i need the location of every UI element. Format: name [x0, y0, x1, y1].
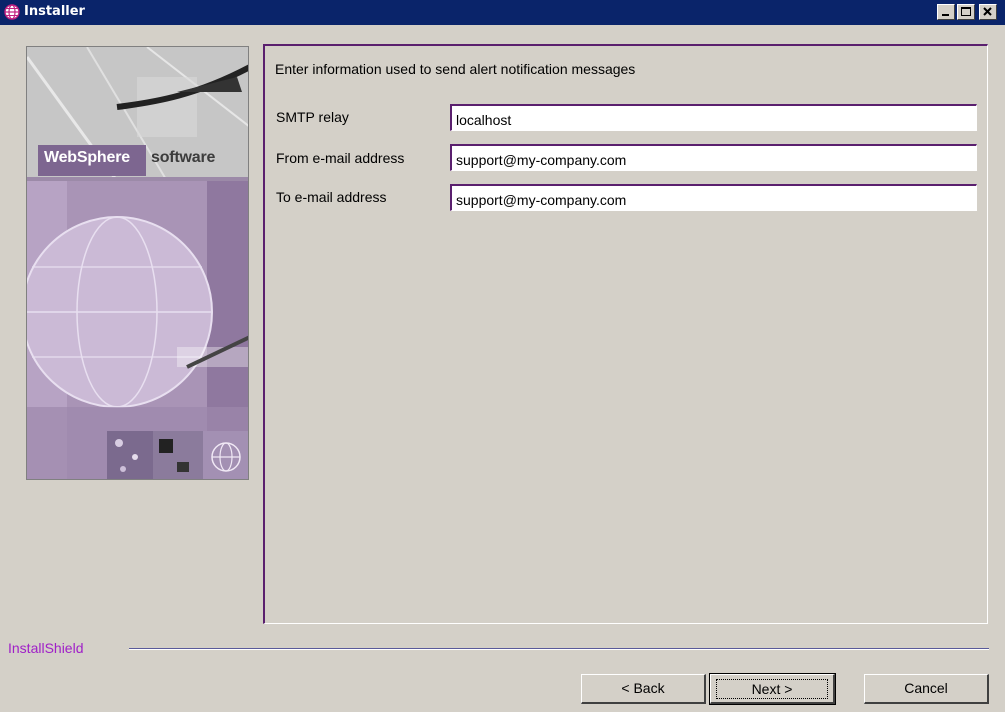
from-email-input[interactable] [450, 144, 977, 171]
next-button-label: Next > [716, 679, 828, 699]
next-button[interactable]: Next > [709, 673, 836, 705]
close-icon [983, 7, 992, 16]
websphere-banner-image: WebSphere software [26, 46, 249, 480]
cancel-button[interactable]: Cancel [864, 674, 989, 704]
window-title: Installer [24, 4, 85, 19]
maximize-button[interactable] [957, 4, 975, 20]
maximize-icon [961, 7, 971, 16]
close-button[interactable] [979, 4, 997, 20]
panel-heading: Enter information used to send alert not… [275, 61, 636, 77]
smtp-relay-label: SMTP relay [276, 109, 349, 125]
to-email-input[interactable] [450, 184, 977, 211]
minimize-icon [942, 14, 949, 16]
globe-icon [4, 4, 20, 20]
minimize-button[interactable] [937, 4, 955, 20]
title-bar[interactable]: Installer [0, 0, 1005, 25]
installer-window: Installer WebSphere software Enter infor… [0, 0, 1005, 712]
installshield-label: InstallShield [8, 640, 84, 656]
footer-divider [129, 648, 989, 650]
smtp-relay-input[interactable] [450, 104, 977, 131]
to-email-label: To e-mail address [276, 189, 387, 205]
from-email-label: From e-mail address [276, 150, 405, 166]
websphere-brand-text: WebSphere [44, 149, 130, 166]
software-text: software [151, 149, 216, 166]
back-button[interactable]: < Back [581, 674, 706, 704]
content-panel [263, 44, 988, 624]
